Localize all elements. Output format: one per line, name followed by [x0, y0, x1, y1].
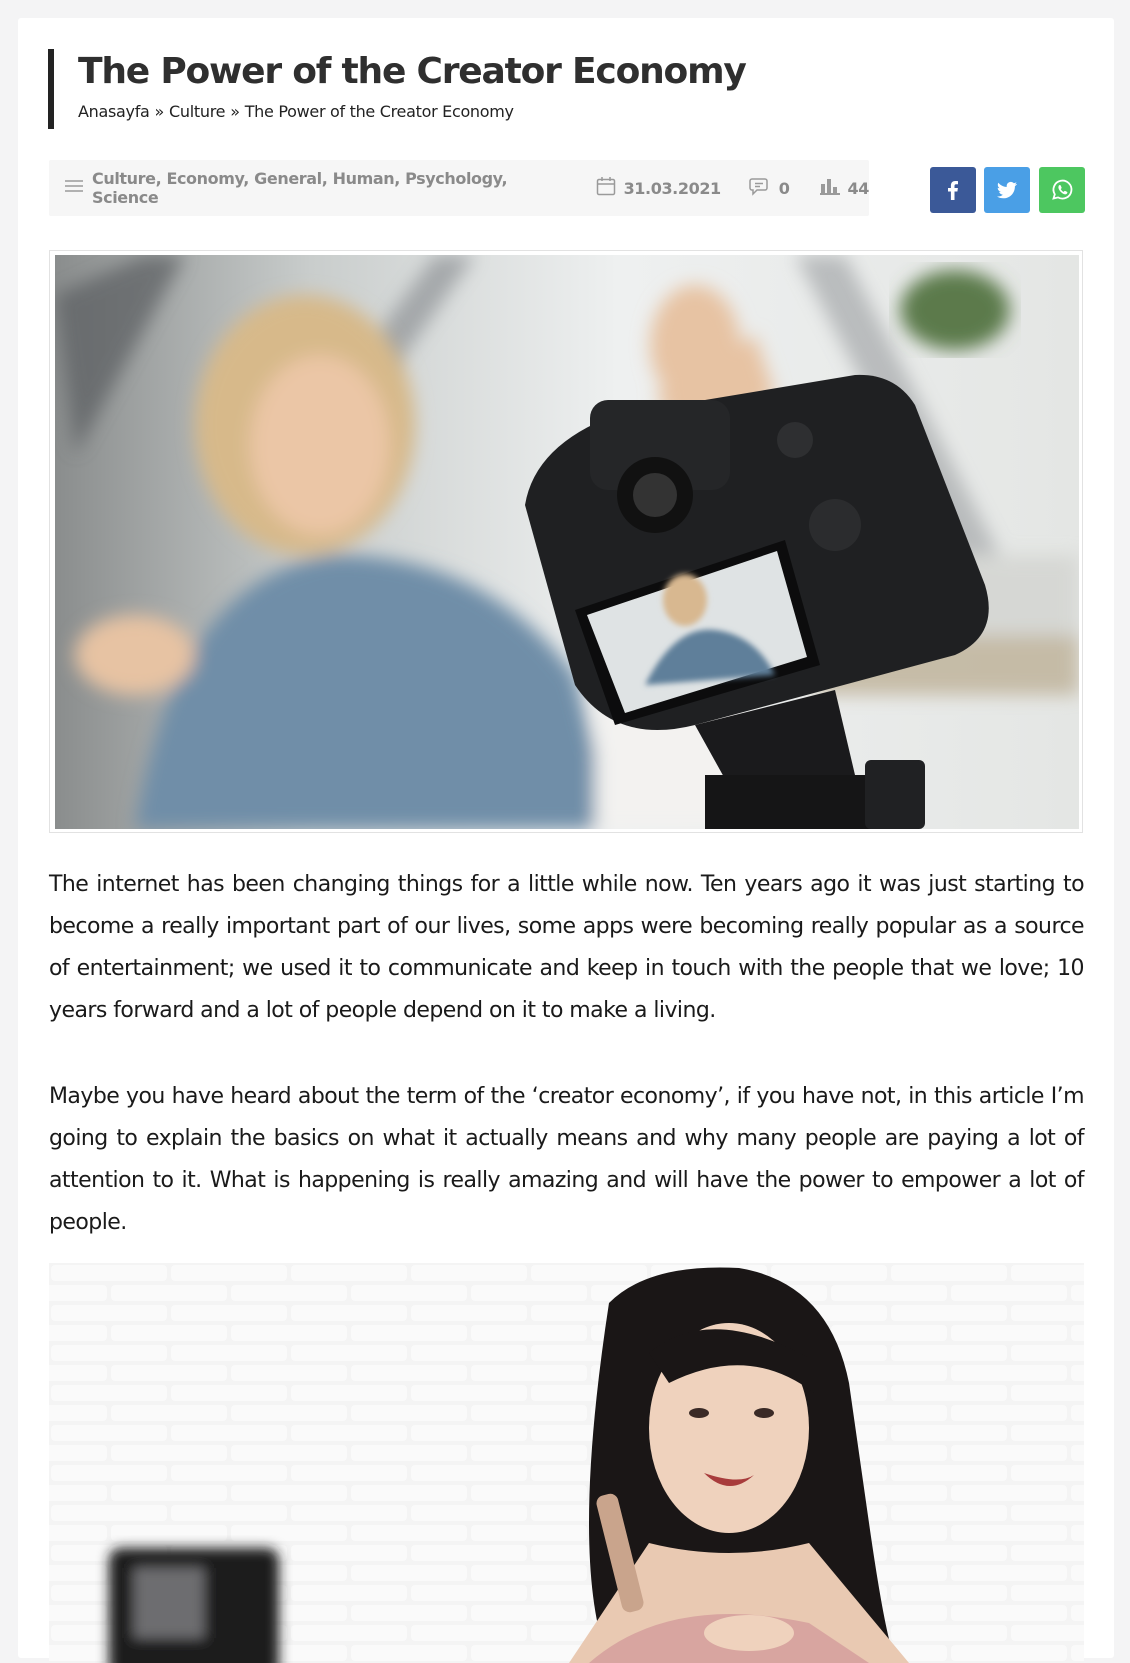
calendar-icon [596, 176, 616, 200]
twitter-share-button[interactable] [984, 167, 1030, 213]
page-title: The Power of the Creator Economy [78, 51, 747, 92]
article-paragraph: Maybe you have heard about the term of t… [49, 1084, 1085, 1235]
facebook-icon [948, 181, 958, 200]
whatsapp-share-button[interactable] [1039, 167, 1085, 213]
comment-icon [749, 176, 771, 200]
post-meta-bar: Culture, Economy, General, Human, Psycho… [49, 160, 869, 216]
twitter-icon [997, 181, 1017, 199]
article-paragraph: The internet has been changing things fo… [49, 872, 1085, 1023]
article-image [49, 1263, 1084, 1663]
meta-categories: Culture, Economy, General, Human, Psycho… [64, 169, 568, 207]
bar-chart-icon [819, 177, 840, 199]
featured-image-frame [49, 250, 1083, 833]
title-block: The Power of the Creator Economy Anasayf… [48, 49, 747, 129]
article-body: The internet has been changing things fo… [49, 864, 1085, 1288]
meta-categories-text[interactable]: Culture, Economy, General, Human, Psycho… [92, 169, 568, 207]
meta-comments: 0 [749, 176, 790, 200]
post-card: The Power of the Creator Economy Anasayf… [18, 18, 1114, 1663]
breadcrumb-separator: » [154, 102, 165, 121]
featured-image [55, 255, 1079, 829]
whatsapp-icon [1052, 179, 1073, 200]
menu-icon [64, 178, 84, 198]
meta-views-count: 44 [847, 178, 870, 198]
facebook-share-button[interactable] [930, 167, 976, 213]
breadcrumb-separator: » [230, 102, 240, 121]
breadcrumb: Anasayfa» Culture» The Power of the Creato… [78, 102, 746, 121]
meta-date: 31.03.2021 [596, 176, 721, 200]
breadcrumb-home-link[interactable]: Anasayfa [78, 102, 150, 121]
meta-comments-count[interactable]: 0 [779, 179, 790, 198]
breadcrumb-current: The Power of the Creator Economy [244, 102, 514, 121]
breadcrumb-category-link[interactable]: Culture [169, 102, 225, 121]
meta-views: 44 [819, 177, 870, 199]
meta-date-text: 31.03.2021 [623, 178, 722, 198]
